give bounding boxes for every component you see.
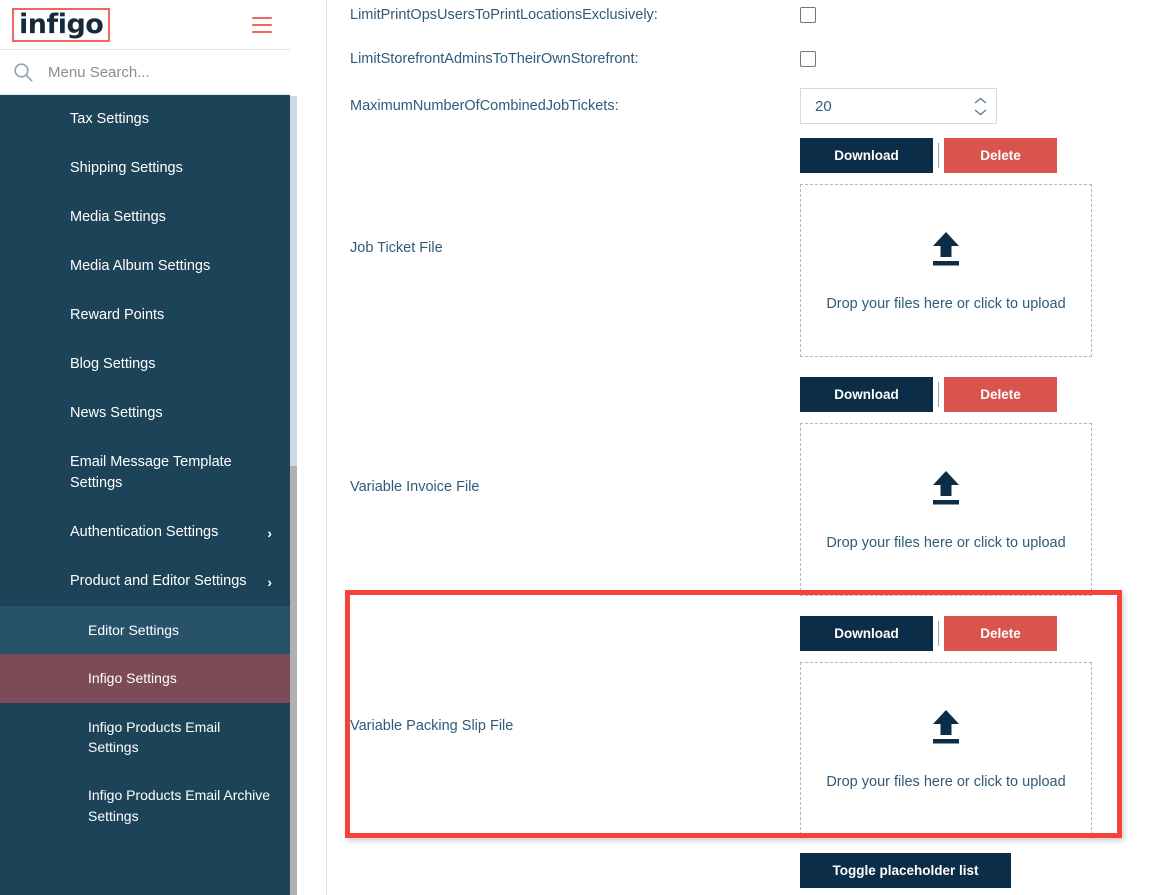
dropzone-text: Drop your files here or click to upload xyxy=(826,296,1066,312)
toggle-placeholder-row: Toggle placeholder list xyxy=(350,853,1171,888)
sidebar-item-label: Authentication Settings xyxy=(70,524,219,541)
file-field-label: Variable Invoice File xyxy=(350,478,480,495)
sidebar-item-tax-settings[interactable]: Tax Settings xyxy=(0,95,290,145)
variable-invoice-dropzone[interactable]: Drop your files here or click to upload xyxy=(800,423,1092,596)
chevron-right-icon: › xyxy=(267,573,272,590)
download-button[interactable]: Download xyxy=(800,377,933,412)
sidebar-item-authentication-settings[interactable]: Authentication Settings › xyxy=(0,508,290,558)
max-combined-job-tickets-stepper[interactable]: 20 xyxy=(800,88,997,124)
sidebar-item-media-settings[interactable]: Media Settings xyxy=(0,193,290,243)
sidebar-item-label: Blog Settings xyxy=(70,356,156,373)
setting-label: LimitStorefrontAdminsToTheirOwnStorefron… xyxy=(350,51,639,67)
upload-arrow-icon xyxy=(925,229,967,274)
sidebar-item-label: Email Message Template Settings xyxy=(70,454,232,492)
button-separator xyxy=(938,621,939,646)
download-button[interactable]: Download xyxy=(800,138,933,173)
button-separator xyxy=(938,143,939,168)
chevron-down-icon xyxy=(974,108,987,115)
file-field-label: Variable Packing Slip File xyxy=(350,717,514,734)
sidebar-item-label: Media Settings xyxy=(70,209,166,226)
sidebar-item-label: Reward Points xyxy=(70,307,165,324)
sidebar-item-label: News Settings xyxy=(70,405,163,422)
settings-form: LimitPrintOpsUsersToPrintLocationsExclus… xyxy=(326,0,1171,888)
sidebar-item-email-message-template-settings[interactable]: Email Message Template Settings xyxy=(0,438,290,509)
delete-button[interactable]: Delete xyxy=(944,377,1057,412)
logo-text: infigo xyxy=(19,8,104,40)
sidebar-nav: Tax Settings Shipping Settings Media Set… xyxy=(0,95,290,895)
sidebar-item-product-and-editor-settings[interactable]: Product and Editor Settings › xyxy=(0,557,290,607)
setting-control xyxy=(800,51,1171,67)
job-ticket-dropzone[interactable]: Drop your files here or click to upload xyxy=(800,184,1092,357)
sidebar: infigo Tax Settings Shipping S xyxy=(0,0,290,895)
file-field-control: Download Delete Drop your files here or … xyxy=(800,377,1171,596)
sidebar-item-media-album-settings[interactable]: Media Album Settings xyxy=(0,242,290,292)
sidebar-item-label: Infigo Products Email Settings xyxy=(88,718,221,756)
limit-storefront-admins-checkbox[interactable] xyxy=(800,51,816,67)
file-field-label: Job Ticket File xyxy=(350,239,443,256)
dropzone-text: Drop your files here or click to upload xyxy=(826,774,1066,790)
sidebar-item-label: Tax Settings xyxy=(70,111,149,127)
upload-arrow-icon xyxy=(925,468,967,513)
infigo-logo[interactable]: infigo xyxy=(12,7,111,42)
file-field-control: Download Delete Drop your files here or … xyxy=(800,616,1171,835)
sidebar-item-editor-settings[interactable]: Editor Settings xyxy=(0,606,290,655)
spacer-label xyxy=(350,853,800,861)
file-field-job-ticket: Job Ticket File Download Delete Drop you… xyxy=(350,138,1171,357)
setting-control: 20 xyxy=(800,88,1171,124)
hamburger-bar xyxy=(252,16,272,19)
sidebar-item-shipping-settings[interactable]: Shipping Settings xyxy=(0,144,290,194)
variable-packing-slip-dropzone[interactable]: Drop your files here or click to upload xyxy=(800,662,1092,835)
delete-button[interactable]: Delete xyxy=(944,138,1057,173)
hamburger-bar xyxy=(252,30,272,33)
sidebar-item-blog-settings[interactable]: Blog Settings xyxy=(0,340,290,390)
hamburger-bar xyxy=(252,23,272,26)
toggle-placeholder-list-button[interactable]: Toggle placeholder list xyxy=(800,853,1011,888)
setting-label: LimitPrintOpsUsersToPrintLocationsExclus… xyxy=(350,7,658,23)
setting-row-limit-storefront-admins: LimitStorefrontAdminsToTheirOwnStorefron… xyxy=(350,44,1171,74)
setting-control xyxy=(800,7,1171,23)
sidebar-header: infigo xyxy=(0,0,290,50)
limit-printops-users-checkbox[interactable] xyxy=(800,7,816,23)
sidebar-item-infigo-products-email-settings[interactable]: Infigo Products Email Settings xyxy=(0,702,290,772)
sidebar-item-infigo-products-email-archive-settings[interactable]: Infigo Products Email Archive Settings xyxy=(0,771,290,840)
sidebar-scrollbar-thumb[interactable] xyxy=(290,466,297,895)
search-input[interactable] xyxy=(48,63,278,81)
download-button[interactable]: Download xyxy=(800,616,933,651)
sidebar-item-label: Infigo Products Email Archive Settings xyxy=(88,787,271,824)
file-field-variable-invoice: Variable Invoice File Download Delete Dr… xyxy=(350,377,1171,596)
setting-row-limit-printops-users: LimitPrintOpsUsersToPrintLocationsExclus… xyxy=(350,0,1171,30)
dropzone-text: Drop your files here or click to upload xyxy=(826,535,1066,551)
setting-row-max-combined-job-tickets: MaximumNumberOfCombinedJobTickets: 20 xyxy=(350,84,1171,128)
file-action-bar: Download Delete xyxy=(800,616,1171,651)
delete-button[interactable]: Delete xyxy=(944,616,1057,651)
main-content: LimitPrintOpsUsersToPrintLocationsExclus… xyxy=(290,0,1171,895)
sidebar-item-label: Media Album Settings xyxy=(70,258,211,275)
stepper-value: 20 xyxy=(815,97,832,115)
stepper-arrows[interactable] xyxy=(973,97,988,116)
sidebar-item-label: Infigo Settings xyxy=(88,670,177,687)
toggle-placeholder-control: Toggle placeholder list xyxy=(800,853,1171,888)
chevron-up-icon xyxy=(974,97,987,104)
search-icon xyxy=(12,61,34,83)
sidebar-item-infigo-settings[interactable]: Infigo Settings xyxy=(0,654,290,703)
file-action-bar: Download Delete xyxy=(800,138,1171,173)
sidebar-item-label: Shipping Settings xyxy=(70,160,183,177)
app-root: infigo Tax Settings Shipping S xyxy=(0,0,1171,895)
file-action-bar: Download Delete xyxy=(800,377,1171,412)
chevron-right-icon: › xyxy=(267,524,272,541)
setting-label: MaximumNumberOfCombinedJobTickets: xyxy=(350,98,619,114)
file-field-control: Download Delete Drop your files here or … xyxy=(800,138,1171,357)
sidebar-item-news-settings[interactable]: News Settings xyxy=(0,389,290,439)
upload-arrow-icon xyxy=(925,707,967,752)
file-field-variable-packing-slip: Variable Packing Slip File Download Dele… xyxy=(350,616,1171,835)
sidebar-item-reward-points[interactable]: Reward Points xyxy=(0,291,290,341)
sidebar-item-label: Editor Settings xyxy=(88,622,180,639)
hamburger-icon[interactable] xyxy=(252,16,272,33)
button-separator xyxy=(938,382,939,407)
sidebar-item-label: Product and Editor Settings xyxy=(70,573,247,590)
menu-search-row xyxy=(0,50,290,95)
